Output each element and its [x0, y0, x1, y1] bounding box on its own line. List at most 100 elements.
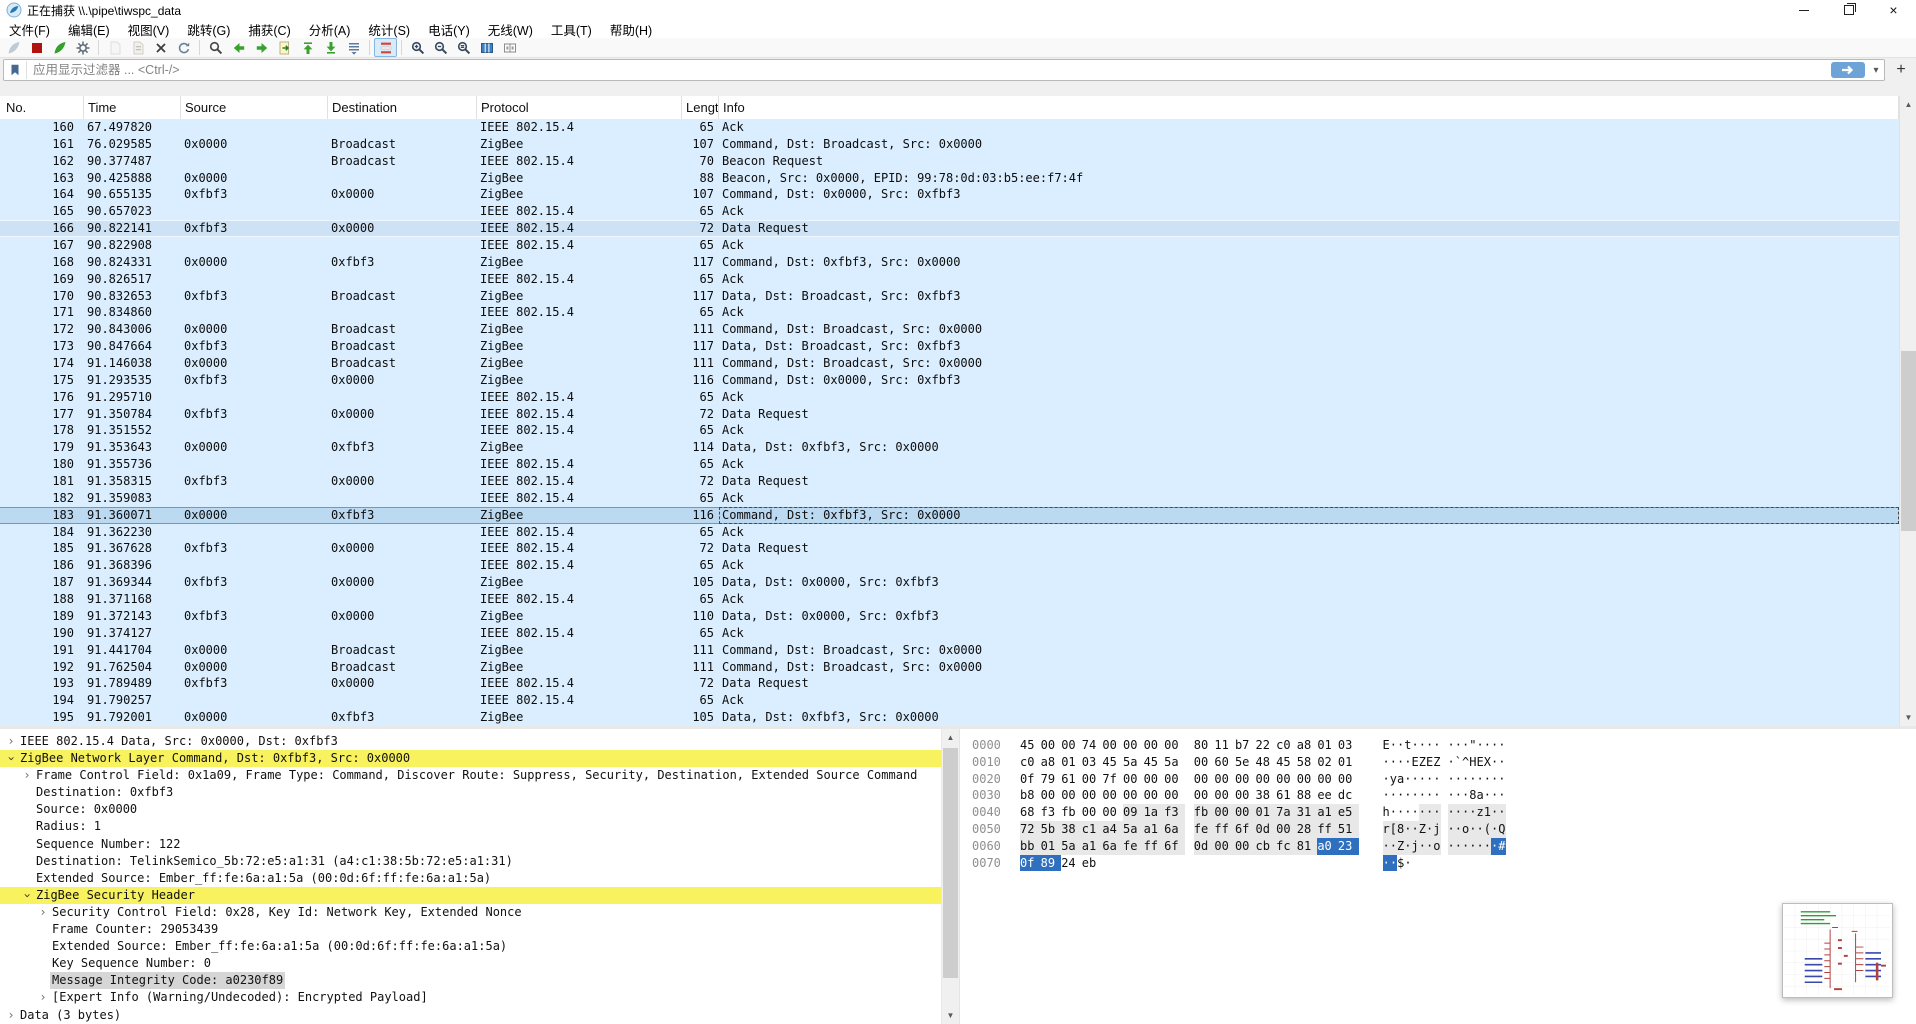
- tree-collapsed-icon[interactable]: ›: [4, 733, 18, 750]
- tree-expanded-icon[interactable]: ›: [2, 752, 19, 766]
- hex-byte[interactable]: 45: [1020, 737, 1041, 754]
- hex-ascii-char[interactable]: ·: [1426, 787, 1433, 804]
- packet-row[interactable]: 18591.3676280xfbf30x0000IEEE 802.15.472D…: [0, 540, 1899, 557]
- detail-line[interactable]: ›ZigBee Security Header: [0, 887, 941, 904]
- zoom-in-icon[interactable]: [406, 38, 429, 57]
- hex-ascii-char[interactable]: ·: [1491, 838, 1498, 855]
- add-filter-button[interactable]: +: [1889, 60, 1913, 80]
- stop-capture-icon[interactable]: [25, 38, 48, 57]
- hex-byte[interactable]: c0: [1276, 737, 1297, 754]
- hex-byte[interactable]: 28: [1297, 821, 1318, 838]
- hex-byte[interactable]: a1: [1144, 821, 1165, 838]
- menu-item[interactable]: 文件(F): [0, 19, 59, 40]
- hex-byte[interactable]: 00: [1214, 804, 1235, 821]
- hex-ascii-char[interactable]: ·: [1397, 804, 1404, 821]
- column-header-info[interactable]: Info: [719, 96, 1899, 119]
- hex-ascii-char[interactable]: ·: [1404, 804, 1411, 821]
- hex-ascii-char[interactable]: ·: [1433, 804, 1440, 821]
- hex-ascii-char[interactable]: $: [1397, 855, 1404, 872]
- hex-ascii-char[interactable]: ·: [1390, 787, 1397, 804]
- menu-item[interactable]: 视图(V): [119, 19, 179, 40]
- tree-collapsed-icon[interactable]: ›: [4, 1007, 18, 1024]
- hex-ascii-char[interactable]: 1: [1484, 804, 1491, 821]
- hex-ascii-char[interactable]: H: [1469, 754, 1476, 771]
- hex-byte[interactable]: fe: [1123, 838, 1144, 855]
- packet-row[interactable]: 17190.834860IEEE 802.15.465Ack: [0, 304, 1899, 321]
- hex-byte[interactable]: 0f: [1020, 771, 1041, 788]
- hex-ascii-char[interactable]: ·: [1412, 804, 1419, 821]
- hex-byte[interactable]: c0: [1020, 754, 1041, 771]
- hex-ascii-char[interactable]: ·: [1498, 737, 1505, 754]
- apply-filter-arrow-icon[interactable]: [1831, 62, 1865, 78]
- minimize-button[interactable]: [1781, 0, 1826, 20]
- column-header-protocol[interactable]: Protocol: [477, 96, 682, 119]
- hex-byte[interactable]: 00: [1144, 771, 1165, 788]
- hex-byte[interactable]: 88: [1297, 787, 1318, 804]
- hex-ascii-char[interactable]: ·: [1462, 804, 1469, 821]
- hex-ascii-char[interactable]: ·: [1448, 821, 1455, 838]
- detail-line[interactable]: ›ZigBee Network Layer Command, Dst: 0xfb…: [0, 750, 941, 767]
- hex-byte[interactable]: 79: [1041, 771, 1062, 788]
- hex-byte[interactable]: 7f: [1102, 771, 1123, 788]
- scrollbar-thumb[interactable]: [1901, 351, 1916, 531]
- packet-row[interactable]: 18991.3721430xfbf30x0000ZigBee110Data, D…: [0, 608, 1899, 625]
- hex-byte[interactable]: 38: [1061, 821, 1082, 838]
- hex-ascii-char[interactable]: ·: [1397, 737, 1404, 754]
- hex-ascii-char[interactable]: ·: [1484, 838, 1491, 855]
- hex-byte[interactable]: 00: [1102, 787, 1123, 804]
- hex-ascii-char[interactable]: ·: [1390, 737, 1397, 754]
- hex-byte[interactable]: 6f: [1235, 821, 1256, 838]
- first-packet-icon[interactable]: [296, 38, 319, 57]
- hex-ascii-char[interactable]: ·: [1484, 787, 1491, 804]
- packet-row[interactable]: 17390.8476640xfbf3BroadcastZigBee117Data…: [0, 338, 1899, 355]
- hex-byte[interactable]: a8: [1041, 754, 1062, 771]
- packet-row[interactable]: 18891.371168IEEE 802.15.465Ack: [0, 591, 1899, 608]
- hex-byte[interactable]: 00: [1164, 771, 1185, 788]
- hex-byte[interactable]: dc: [1338, 787, 1359, 804]
- zoom-100-icon[interactable]: [452, 38, 475, 57]
- hex-byte[interactable]: fb: [1061, 804, 1082, 821]
- detail-line[interactable]: Extended Source: Ember_ff:fe:6a:a1:5a (0…: [0, 870, 941, 887]
- hex-byte[interactable]: 38: [1256, 787, 1277, 804]
- hex-byte[interactable]: 00: [1338, 771, 1359, 788]
- hex-byte[interactable]: 5a: [1123, 821, 1144, 838]
- menu-item[interactable]: 跳转(G): [178, 19, 239, 40]
- hex-byte[interactable]: 89: [1041, 855, 1062, 872]
- packet-row[interactable]: 17991.3536430x00000xfbf3ZigBee114Data, D…: [0, 439, 1899, 456]
- hex-ascii-char[interactable]: ·: [1462, 737, 1469, 754]
- packet-row[interactable]: 16790.822908IEEE 802.15.465Ack: [0, 237, 1899, 254]
- auto-scroll-icon[interactable]: [342, 38, 365, 57]
- hex-byte[interactable]: 00: [1041, 737, 1062, 754]
- packet-row[interactable]: 16890.8243310x00000xfbf3ZigBee117Command…: [0, 254, 1899, 271]
- hex-ascii-char[interactable]: ·: [1498, 804, 1505, 821]
- packet-row[interactable]: 17290.8430060x0000BroadcastZigBee111Comm…: [0, 321, 1899, 338]
- hex-byte[interactable]: 03: [1338, 737, 1359, 754]
- packet-row[interactable]: 18791.3693440xfbf30x0000ZigBee105Data, D…: [0, 574, 1899, 591]
- hex-ascii-char[interactable]: ·: [1419, 737, 1426, 754]
- hex-ascii-char[interactable]: ·: [1412, 737, 1419, 754]
- hex-byte[interactable]: 74: [1082, 737, 1103, 754]
- hex-ascii-char[interactable]: ": [1469, 737, 1476, 754]
- hex-byte[interactable]: 5b: [1041, 821, 1062, 838]
- hex-ascii-char[interactable]: ·: [1412, 787, 1419, 804]
- packet-list-scrollbar[interactable]: ▲ ▼: [1899, 96, 1916, 726]
- hex-ascii-char[interactable]: [: [1390, 821, 1397, 838]
- hex-byte[interactable]: 01: [1317, 737, 1338, 754]
- hex-byte[interactable]: 00: [1235, 804, 1256, 821]
- hex-ascii-char[interactable]: ·: [1448, 787, 1455, 804]
- hex-ascii-char[interactable]: ·: [1426, 737, 1433, 754]
- packet-row[interactable]: 19191.4417040x0000BroadcastZigBee111Comm…: [0, 642, 1899, 659]
- hex-ascii-char[interactable]: ·: [1484, 737, 1491, 754]
- hex-ascii-char[interactable]: 8: [1469, 787, 1476, 804]
- column-header-length[interactable]: Lengt: [682, 96, 719, 119]
- hex-ascii-char[interactable]: j: [1433, 821, 1440, 838]
- hex-byte[interactable]: 00: [1041, 787, 1062, 804]
- hex-ascii-char[interactable]: ·: [1477, 821, 1484, 838]
- hex-byte[interactable]: 03: [1082, 754, 1103, 771]
- packet-row[interactable]: 17491.1460380x0000BroadcastZigBee111Comm…: [0, 355, 1899, 372]
- hex-ascii-char[interactable]: j: [1412, 838, 1419, 855]
- detail-line[interactable]: Sequence Number: 122: [0, 836, 941, 853]
- hex-ascii-char[interactable]: ·: [1433, 737, 1440, 754]
- hex-byte[interactable]: b7: [1235, 737, 1256, 754]
- hex-byte[interactable]: 00: [1235, 787, 1256, 804]
